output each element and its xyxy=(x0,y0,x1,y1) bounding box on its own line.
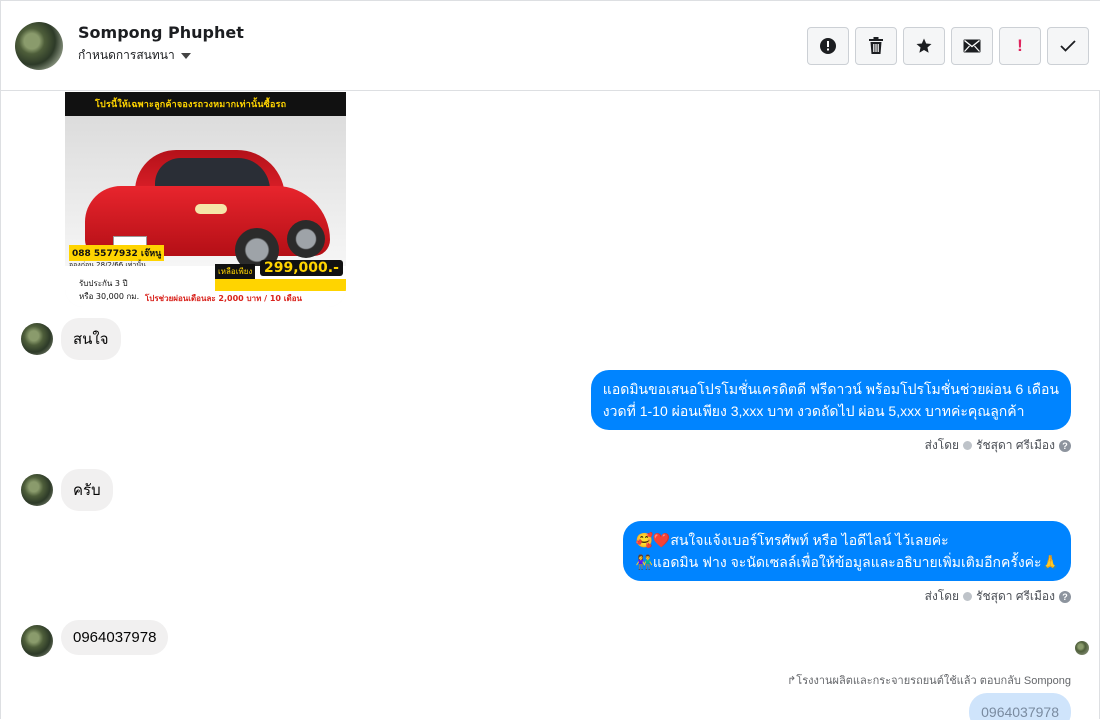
help-icon[interactable]: ? xyxy=(1059,590,1071,603)
mark-unread-button[interactable] xyxy=(951,27,993,65)
outgoing-message[interactable]: แอดมินขอเสนอโปรโมชั่นเครดิตดี ฟรีดาวน์ พ… xyxy=(590,370,1071,430)
ad-yellow-strip xyxy=(215,279,346,291)
seen-avatar xyxy=(1075,641,1089,655)
checkmark-icon xyxy=(1060,40,1076,52)
replied-message[interactable]: 0964037978 xyxy=(969,693,1071,720)
sent-by-label: ส่งโดย xyxy=(924,438,960,452)
ad-bottom-text: โปรช่วยผ่อนเดือนละ 2,000 บาท / 10 เดือน xyxy=(145,294,302,303)
conversation-status-dropdown[interactable]: กำหนดการสนทนา xyxy=(78,46,191,65)
check-icon xyxy=(963,592,973,601)
incoming-message[interactable]: ครับ xyxy=(61,469,113,511)
trash-icon xyxy=(869,37,883,54)
envelope-icon xyxy=(963,39,981,53)
contact-name[interactable]: Sompong Phuphet xyxy=(78,23,244,42)
check-icon xyxy=(963,441,973,450)
avatar[interactable] xyxy=(21,323,53,355)
ad-price: 299,000.- xyxy=(260,260,343,276)
help-icon[interactable]: ? xyxy=(1059,439,1071,452)
car-headlight xyxy=(195,204,227,214)
star-button[interactable] xyxy=(903,27,945,65)
avatar[interactable] xyxy=(15,22,63,70)
header-actions: ! xyxy=(807,27,1089,65)
sent-by-info: ส่งโดย รัชสุดา ศรีเมือง ? xyxy=(925,587,1071,606)
star-icon xyxy=(916,38,932,53)
report-icon xyxy=(820,38,836,54)
spam-button[interactable]: ! xyxy=(999,27,1041,65)
spam-icon: ! xyxy=(1017,36,1023,55)
message-line: งวดที่ 1-10 ผ่อนเพียง 3,xxx บาท งวดถัดไป… xyxy=(602,403,1025,419)
sent-by-label: ส่งโดย xyxy=(924,589,960,603)
delete-button[interactable] xyxy=(855,27,897,65)
reply-note: ↱โรงงานผลิตและกระจายรถยนต์ใช้แล้ว ตอบกลั… xyxy=(787,675,1071,687)
outgoing-message[interactable]: 🥰❤️สนใจแจ้งเบอร์โทรศัพท์ หรือ ไอดีไลน์ ไ… xyxy=(623,521,1071,581)
sender-name[interactable]: รัชสุดา ศรีเมือง xyxy=(976,436,1055,455)
ad-insurance: รับประกัน 3 ปี xyxy=(79,279,128,288)
caret-down-icon xyxy=(180,53,191,59)
incoming-message[interactable]: สนใจ xyxy=(61,318,121,360)
message-line: แอดมินขอเสนอโปรโมชั่นเครดิตดี ฟรีดาวน์ พ… xyxy=(602,381,1059,397)
avatar[interactable] xyxy=(21,474,53,506)
conversation-thread: โปรนี้ให้เฉพาะลูกค้าจองรถวงหมากเท่านั้นซ… xyxy=(1,92,1100,720)
ad-banner: โปรนี้ให้เฉพาะลูกค้าจองรถวงหมากเท่านั้นซ… xyxy=(65,92,346,116)
ad-background xyxy=(65,116,346,272)
incoming-message[interactable]: 0964037978 xyxy=(61,620,169,655)
sent-by-info: ส่งโดย รัชสุดา ศรีเมือง ? xyxy=(925,436,1071,455)
message-line: 🥰❤️สนใจแจ้งเบอร์โทรศัพท์ หรือ ไอดีไลน์ ไ… xyxy=(635,532,949,548)
report-button[interactable] xyxy=(807,27,849,65)
ad-banner-text: โปรนี้ให้เฉพาะลูกค้าจองรถวงหมากเท่านั้นซ… xyxy=(95,100,287,110)
inbox-window: Sompong Phuphet กำหนดการสนทนา ! โปรนี้ให… xyxy=(0,0,1100,720)
done-button[interactable] xyxy=(1047,27,1089,65)
car-wheel xyxy=(287,220,325,258)
ad-insurance-alt: หรือ 30,000 กม. xyxy=(79,292,140,301)
conversation-status-label: กำหนดการสนทนา xyxy=(78,48,175,62)
sender-name[interactable]: รัชสุดา ศรีเมือง xyxy=(976,587,1055,606)
conversation-header: Sompong Phuphet กำหนดการสนทนา ! xyxy=(1,1,1100,91)
ad-phone: 088 5577932 เจ๊หนู xyxy=(69,245,165,261)
car-ad-image[interactable]: โปรนี้ให้เฉพาะลูกค้าจองรถวงหมากเท่านั้นซ… xyxy=(65,92,346,307)
avatar[interactable] xyxy=(21,625,53,657)
ad-price-label: เหลือเพียง xyxy=(215,264,256,279)
message-line: 👫แอดมิน ฟาง จะนัดเซลล์เพื่อให้ข้อมูลและอ… xyxy=(635,554,1059,570)
